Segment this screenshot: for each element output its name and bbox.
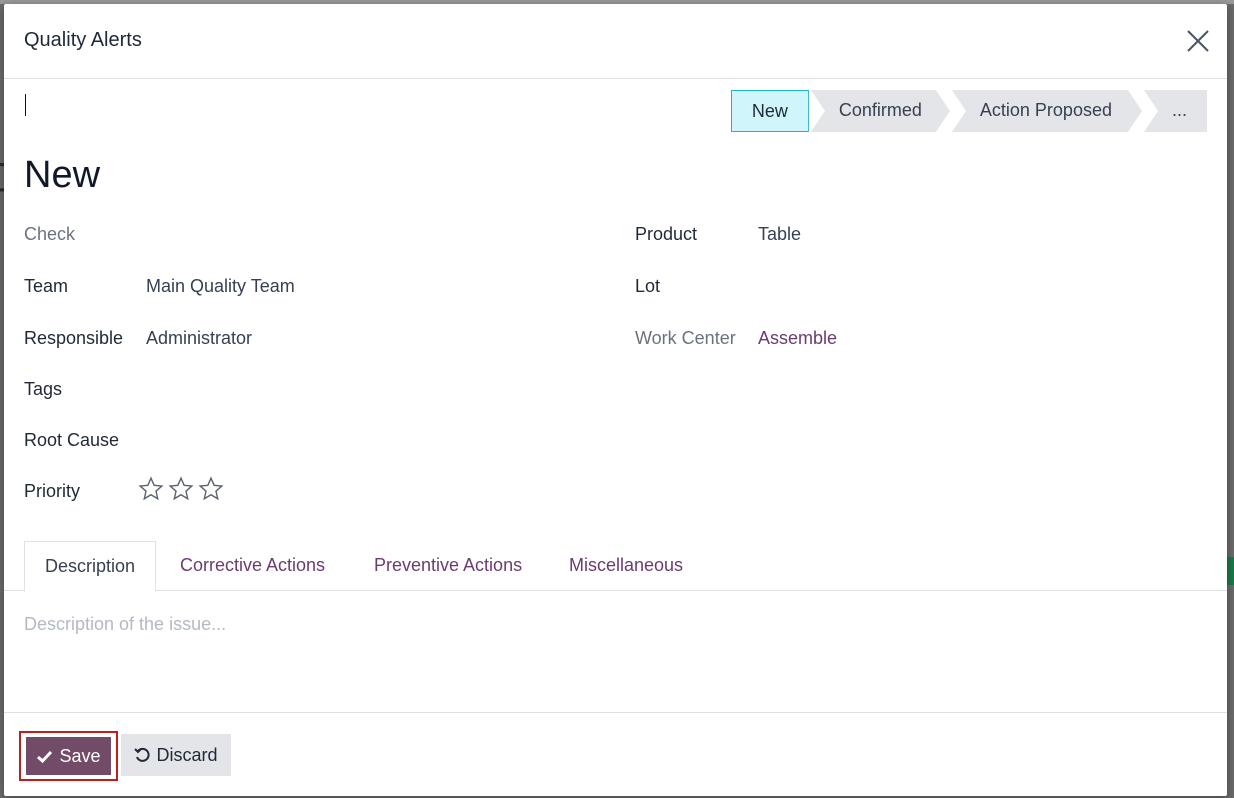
tab-label: Preventive Actions [374,555,523,575]
save-button[interactable]: Save [26,737,111,775]
responsible-value[interactable]: Administrator [146,328,252,349]
tab-corrective-actions[interactable]: Corrective Actions [160,541,345,591]
tab-label: Miscellaneous [569,555,684,575]
text-cursor [25,94,26,116]
product-label: Product [635,224,698,244]
description-field[interactable]: Description of the issue... [24,614,226,635]
priority-label: Priority [24,481,81,501]
stage-new[interactable]: New [730,90,809,132]
background-badge [1227,557,1234,585]
stage-label: ... [1171,100,1187,120]
check-icon [37,750,53,763]
close-icon[interactable] [1185,28,1211,54]
undo-icon [134,747,151,762]
team-label: Team [24,276,69,296]
work-center-link[interactable]: Assemble [758,328,837,349]
star-icon[interactable] [168,476,194,502]
save-button-highlight: Save [19,731,118,781]
work-center-label: Work Center [635,328,736,348]
quality-alert-dialog: Quality Alerts New Confirmed Action Prop… [4,4,1227,796]
notebook-tabs: Description Corrective Actions Preventiv… [4,541,1227,592]
lot-label: Lot [635,276,661,296]
dialog-title: Quality Alerts [24,29,142,51]
dialog-header: Quality Alerts [4,4,1227,79]
tags-label: Tags [24,379,63,399]
tab-preventive-actions[interactable]: Preventive Actions [354,541,542,591]
discard-label: Discard [156,744,218,765]
priority-stars[interactable] [138,476,224,502]
stage-label: New [751,101,788,121]
stage-more[interactable]: ... [1143,90,1207,132]
dialog-footer: Save Discard [4,712,1227,796]
product-value[interactable]: Table [758,224,801,245]
check-label: Check [24,224,76,244]
responsible-label: Responsible [24,328,124,348]
stage-confirmed[interactable]: Confirmed [811,90,950,132]
discard-button[interactable]: Discard [121,734,231,776]
save-label: Save [59,745,101,766]
root-cause-label: Root Cause [24,430,120,450]
tab-miscellaneous[interactable]: Miscellaneous [549,541,703,591]
record-title: New [24,154,101,196]
tab-label: Description [45,556,136,576]
team-value[interactable]: Main Quality Team [146,276,295,297]
star-icon[interactable] [138,476,164,502]
tab-description[interactable]: Description [24,541,157,592]
tab-label: Corrective Actions [180,555,326,575]
star-icon[interactable] [198,476,224,502]
status-bar: New Confirmed Action Proposed ... [730,90,1207,132]
stage-label: Action Proposed [979,100,1112,120]
stage-action-proposed[interactable]: Action Proposed [952,90,1142,132]
stage-label: Confirmed [838,100,922,120]
